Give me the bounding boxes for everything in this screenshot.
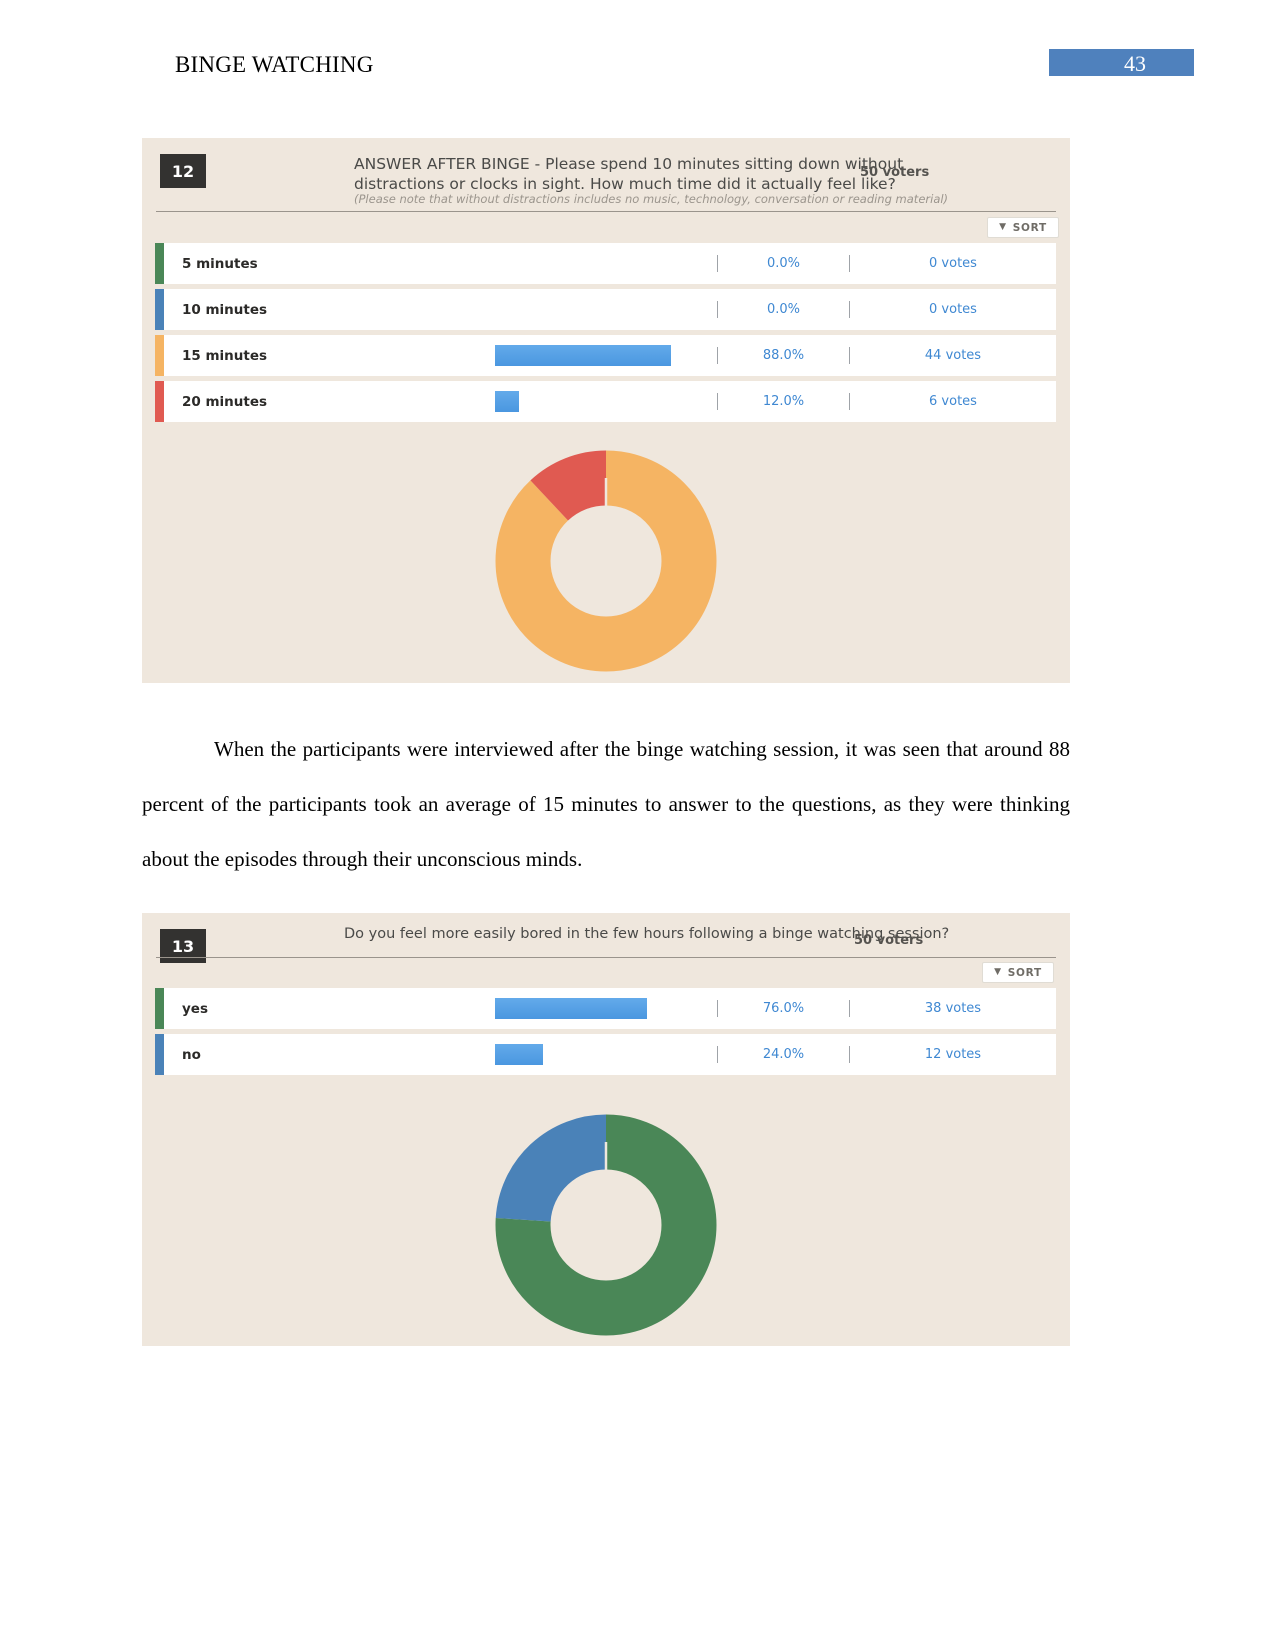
- option-color-chip: [155, 335, 164, 376]
- table-row[interactable]: 5 minutes 0.0% 0 votes: [155, 243, 1056, 284]
- option-color-chip: [155, 381, 164, 422]
- option-bar: [495, 345, 671, 366]
- option-color-chip: [155, 988, 164, 1029]
- option-percent: 76.0%: [762, 1001, 805, 1016]
- sort-button[interactable]: ▼ SORT: [987, 217, 1059, 238]
- sort-button[interactable]: ▼ SORT: [982, 962, 1054, 983]
- page-number: 43: [1124, 51, 1146, 76]
- option-bar: [495, 1044, 543, 1065]
- option-bar-zone: [495, 1034, 717, 1075]
- sort-button-label: SORT: [1007, 966, 1042, 979]
- poll-question-note: (Please note that without distractions i…: [354, 192, 949, 206]
- poll-results-list: 5 minutes 0.0% 0 votes 10 minutes 0.0% 0…: [155, 243, 1056, 427]
- option-label: 10 minutes: [182, 301, 268, 318]
- poll-voter-count: 50 voters: [860, 165, 930, 180]
- table-row[interactable]: 15 minutes 88.0% 44 votes: [155, 335, 1056, 376]
- table-row[interactable]: no 24.0% 12 votes: [155, 1034, 1056, 1075]
- option-votes: 0 votes: [929, 256, 977, 271]
- poll-header-divider: [156, 957, 1056, 958]
- option-percent: 0.0%: [766, 256, 801, 271]
- option-votes: 44 votes: [924, 348, 982, 363]
- option-label: 20 minutes: [182, 393, 268, 410]
- table-row[interactable]: yes 76.0% 38 votes: [155, 988, 1056, 1029]
- option-votes: 12 votes: [924, 1047, 982, 1062]
- option-bar-zone: [495, 335, 717, 376]
- option-label: 5 minutes: [182, 255, 258, 272]
- option-bar-zone: [495, 988, 717, 1029]
- table-row[interactable]: 20 minutes 12.0% 6 votes: [155, 381, 1056, 422]
- option-bar: [495, 391, 519, 412]
- chevron-down-icon: ▼: [994, 967, 1002, 977]
- body-paragraph: When the participants were interviewed a…: [142, 737, 1070, 871]
- page-running-header: BINGE WATCHING 43: [0, 49, 1275, 92]
- poll-donut-chart-13: [142, 1103, 1070, 1346]
- chevron-down-icon: ▼: [999, 222, 1007, 232]
- running-header-title: BINGE WATCHING: [175, 52, 374, 77]
- option-votes: 38 votes: [924, 1001, 982, 1016]
- option-color-chip: [155, 289, 164, 330]
- sort-button-label: SORT: [1012, 221, 1047, 234]
- poll-widget-12: 12 ANSWER AFTER BINGE - Please spend 10 …: [142, 138, 1070, 683]
- option-label: 15 minutes: [182, 347, 268, 364]
- donut-svg: [495, 1114, 717, 1335]
- donut-svg: [495, 450, 717, 671]
- poll-widget-13: 13 Do you feel more easily bored in the …: [142, 913, 1070, 1346]
- option-percent: 0.0%: [766, 302, 801, 317]
- option-label: yes: [182, 1000, 208, 1017]
- page-number-box: [1049, 49, 1194, 76]
- option-votes: 6 votes: [929, 394, 977, 409]
- option-percent: 88.0%: [762, 348, 805, 363]
- option-percent: 12.0%: [762, 394, 805, 409]
- option-bar-zone: [495, 381, 717, 422]
- option-color-chip: [155, 1034, 164, 1075]
- option-bar: [495, 998, 647, 1019]
- poll-donut-chart-12: [142, 438, 1070, 683]
- option-color-chip: [155, 243, 164, 284]
- option-bar-zone: [495, 243, 717, 284]
- poll-header-divider: [156, 211, 1056, 212]
- poll-results-list: yes 76.0% 38 votes no 24.0% 12 votes: [155, 988, 1056, 1080]
- option-label: no: [182, 1046, 201, 1063]
- option-percent: 24.0%: [762, 1047, 805, 1062]
- poll-number-badge: 12: [160, 154, 206, 188]
- poll-voter-count: 50 voters: [854, 933, 924, 948]
- table-row[interactable]: 10 minutes 0.0% 0 votes: [155, 289, 1056, 330]
- option-votes: 0 votes: [929, 302, 977, 317]
- option-bar-zone: [495, 289, 717, 330]
